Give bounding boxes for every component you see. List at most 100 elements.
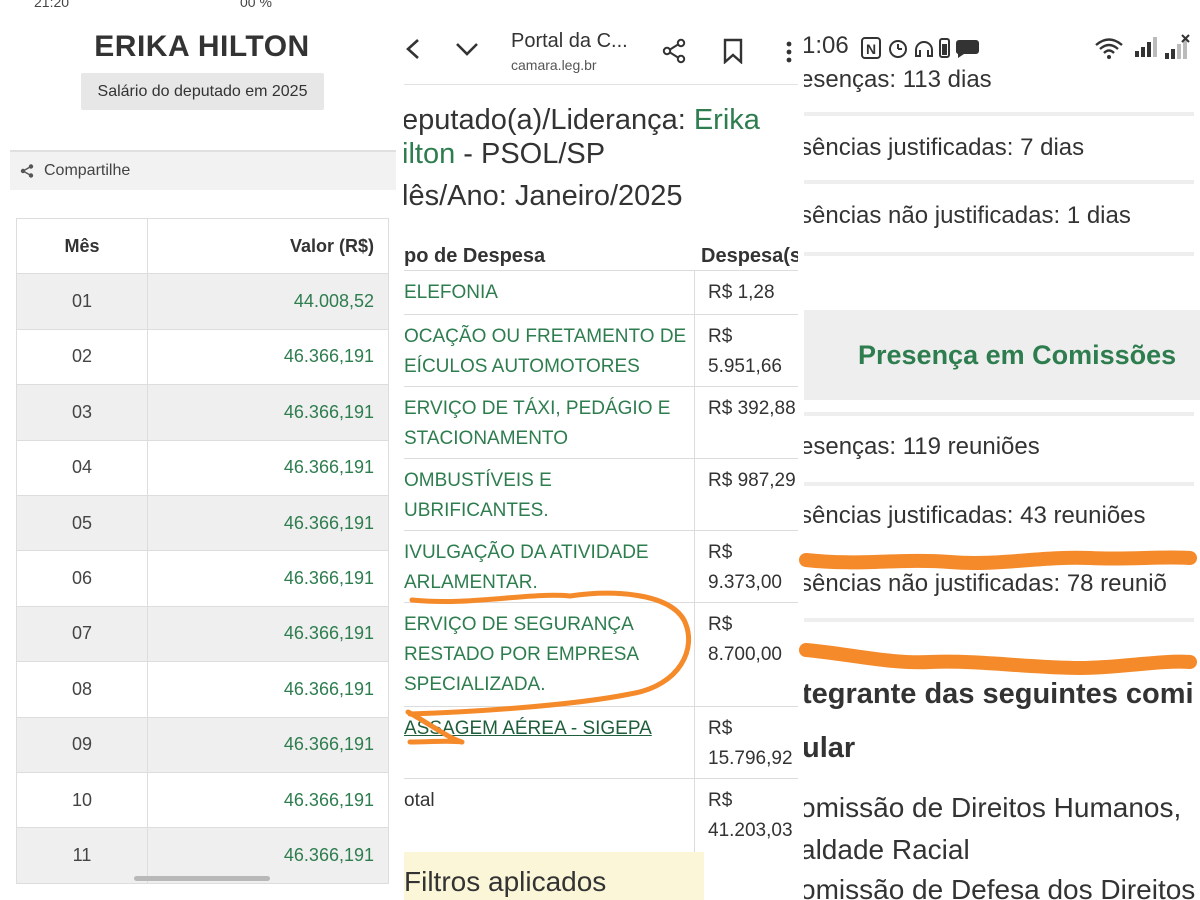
column-header-month: Mês xyxy=(16,217,148,275)
row-divider xyxy=(804,112,1194,116)
site-url[interactable]: camara.leg.br xyxy=(511,57,597,73)
deputy-line: eputado(a)/Liderança: Erika xyxy=(404,104,760,137)
table-row: 10 46.366,191 xyxy=(16,771,389,829)
month-cell: 11 xyxy=(16,827,148,884)
table-row: 07 46.366,191 xyxy=(16,605,389,663)
value-cell[interactable]: 46.366,191 xyxy=(147,771,389,829)
row-divider xyxy=(404,458,798,459)
expense-type-link[interactable]: ELEFONIA xyxy=(404,278,690,308)
expense-type-line: ELEFONIA xyxy=(404,282,498,303)
value-cell[interactable]: 44.008,52 xyxy=(147,273,389,330)
expense-type-line: RESTADO POR EMPRESA xyxy=(404,644,640,665)
page-title: ERIKA HILTON xyxy=(94,30,310,63)
expense-value-line: R$ xyxy=(708,790,733,811)
filters-box: Filtros aplicados xyxy=(404,852,704,900)
row-divider xyxy=(804,252,1194,256)
expense-value-line: R$ xyxy=(708,326,733,347)
expense-value-line: R$ 987,29 xyxy=(708,470,796,491)
bookmark-icon[interactable] xyxy=(722,38,744,64)
expense-value-line: 8.700,00 xyxy=(708,644,782,665)
wifi-icon xyxy=(1095,38,1123,59)
back-icon[interactable] xyxy=(404,37,420,61)
expense-type-link[interactable]: ASSAGEM AÉREA - SIGEPA xyxy=(404,714,690,744)
committee-item-cont[interactable]: aldade Racial xyxy=(804,834,970,866)
column-header-value: Valor (R$) xyxy=(147,217,389,275)
expense-type-link[interactable]: OMBUSTÍVEIS E UBRIFICANTES. xyxy=(404,466,690,526)
expense-value-line: R$ 392,88 xyxy=(708,398,796,419)
status-bar-time: 21:20 xyxy=(34,0,70,10)
expense-type-line: OMBUSTÍVEIS E xyxy=(404,470,552,491)
expense-type-link[interactable]: ERVIÇO DE SEGURANÇA RESTADO POR EMPRESA SP… xyxy=(404,610,690,700)
row-divider xyxy=(404,706,798,707)
value-cell[interactable]: 46.366,191 xyxy=(147,827,389,884)
expense-value-line: R$ xyxy=(708,718,733,739)
value-cell[interactable]: 46.366,191 xyxy=(147,661,389,718)
column-header-value: Despesa(s xyxy=(701,245,798,267)
deputy-name-link-2[interactable]: ilton xyxy=(404,138,455,170)
salary-panel: 21:20 00 % ERIKA HILTON Salário do deput… xyxy=(0,0,398,900)
expense-value-line: 9.373,00 xyxy=(708,572,782,593)
month-cell: 08 xyxy=(16,661,148,718)
month-cell: 04 xyxy=(16,439,148,496)
expense-value-line: R$ xyxy=(708,542,733,563)
value-cell[interactable]: 46.366,191 xyxy=(147,439,389,496)
table-divider xyxy=(694,270,695,852)
row-divider xyxy=(804,618,1194,622)
table-row: 08 46.366,191 xyxy=(16,661,389,718)
table-row: 09 46.366,191 xyxy=(16,716,389,773)
month-cell: 02 xyxy=(16,328,148,386)
expense-value: R$ 987,29 xyxy=(708,466,798,496)
expense-type-link[interactable]: ERVIÇO DE TÁXI, PEDÁGIO E STACIONAMENTO xyxy=(404,394,690,454)
table-row: 02 46.366,191 xyxy=(16,328,389,386)
share-button[interactable]: Compartilhe xyxy=(10,150,396,190)
deputy-name-link[interactable]: Erika xyxy=(694,104,760,136)
status-bar-time: 1:06 xyxy=(804,32,849,59)
row-divider xyxy=(404,530,798,531)
month-cell: 09 xyxy=(16,716,148,773)
table-row: 03 46.366,191 xyxy=(16,384,389,441)
committees-heading: tegrante das seguintes comi xyxy=(804,678,1194,710)
committee-item[interactable]: omissão de Direitos Humanos, xyxy=(804,792,1181,824)
expense-type-line: IVULGAÇÃO DA ATIVIDADE xyxy=(404,542,649,563)
expense-type-line: EÍCULOS AUTOMOTORES xyxy=(404,356,640,377)
signal-icon xyxy=(1135,37,1157,57)
expense-type-line: UBRIFICANTES. xyxy=(404,500,549,521)
expenses-panel: Portal da C... camara.leg.br eputado(a)/… xyxy=(404,0,798,900)
month-cell: 10 xyxy=(16,771,148,829)
deputy-label: eputado(a)/Liderança: xyxy=(404,104,694,136)
expense-type-line: ASSAGEM AÉREA - SIGEPA xyxy=(404,718,652,739)
row-divider xyxy=(404,386,798,387)
committee-presences: esenças: 119 reuniões xyxy=(804,433,1040,460)
row-divider xyxy=(404,778,798,779)
row-divider xyxy=(804,180,1194,184)
expense-value: R$ 1,28 xyxy=(708,278,798,308)
row-divider xyxy=(804,412,1194,416)
home-indicator[interactable] xyxy=(134,876,270,881)
value-cell[interactable]: 46.366,191 xyxy=(147,605,389,663)
chevron-down-icon[interactable] xyxy=(454,40,480,58)
value-cell[interactable]: 46.366,191 xyxy=(147,550,389,607)
party-label: - PSOL/SP xyxy=(455,138,606,170)
table-row: 04 46.366,191 xyxy=(16,439,389,496)
committee-section-title: Presença em Comissões xyxy=(858,340,1177,370)
more-icon[interactable] xyxy=(784,40,794,64)
expense-type-link[interactable]: OCAÇÃO OU FRETAMENTO DE EÍCULOS AUTOMOTOR… xyxy=(404,322,690,382)
committee-item[interactable]: omissão de Defesa dos Direitos xyxy=(804,874,1195,900)
value-cell[interactable]: 46.366,191 xyxy=(147,384,389,441)
value-cell[interactable]: 46.366,191 xyxy=(147,716,389,773)
expense-type-line: otal xyxy=(404,790,435,811)
expense-type-link[interactable]: IVULGAÇÃO DA ATIVIDADE ARLAMENTAR. xyxy=(404,538,690,598)
month-cell: 01 xyxy=(16,273,148,330)
column-header-type: po de Despesa xyxy=(404,245,546,267)
table-row: 01 44.008,52 xyxy=(16,273,389,330)
month-cell: 05 xyxy=(16,494,148,552)
row-divider xyxy=(404,314,798,315)
value-cell[interactable]: 46.366,191 xyxy=(147,328,389,386)
row-divider xyxy=(404,270,798,271)
plenary-presences: esenças: 113 dias xyxy=(804,66,992,93)
committee-unjustified-absences: sências não justificadas: 78 reuniõ xyxy=(804,570,1167,597)
status-bar-battery: 00 % xyxy=(240,0,272,10)
value-cell[interactable]: 46.366,191 xyxy=(147,494,389,552)
share-icon[interactable] xyxy=(661,38,687,64)
expense-value-line: 5.951,66 xyxy=(708,356,782,377)
